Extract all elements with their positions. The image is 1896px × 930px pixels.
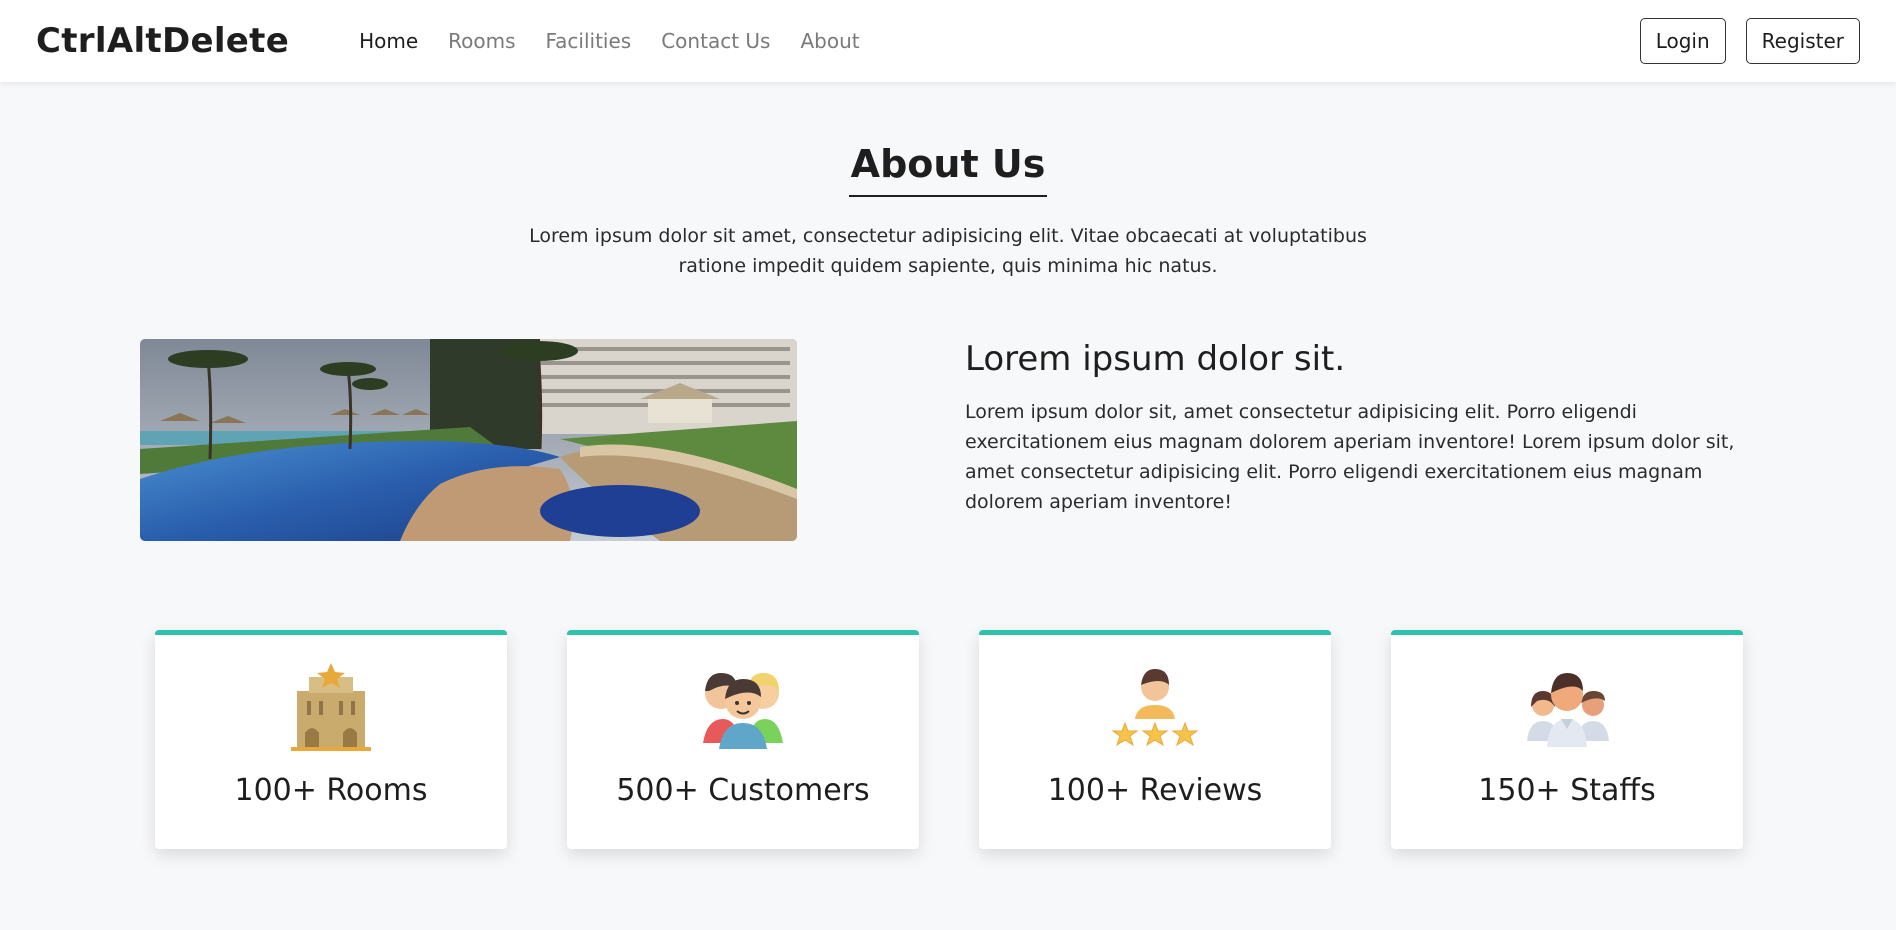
stat-label-staffs: 150+ Staffs (1478, 773, 1656, 808)
about-title: About Us (848, 142, 1048, 197)
auth-buttons: Login Register (1639, 18, 1860, 64)
about-lead: Lorem ipsum dolor sit amet, consectetur … (529, 225, 1367, 277)
stat-card-reviews: 100+ Reviews (979, 630, 1331, 849)
about-text: Lorem ipsum dolor sit. Lorem ipsum dolor… (965, 339, 1755, 541)
about-heading-wrap: About Us (0, 142, 1896, 197)
reviews-icon (1105, 661, 1205, 753)
navbar: CtrlAltDelete Home Rooms Facilities Cont… (0, 0, 1896, 82)
login-button[interactable]: Login (1639, 18, 1726, 64)
about-paragraph: Lorem ipsum dolor sit, amet consectetur … (965, 401, 1735, 513)
resort-pool-image (140, 339, 797, 541)
stats-row: 100+ Rooms 500+ Customers 100+ Reviews 1… (0, 630, 1896, 849)
nav-link-about[interactable]: About (800, 29, 859, 53)
about-subheading: Lorem ipsum dolor sit. (965, 339, 1346, 379)
nav-link-home[interactable]: Home (359, 29, 418, 53)
stat-card-customers: 500+ Customers (567, 630, 919, 849)
stat-label-rooms: 100+ Rooms (234, 773, 428, 808)
hotel-icon (281, 661, 381, 753)
stat-label-reviews: 100+ Reviews (1047, 773, 1263, 808)
register-button[interactable]: Register (1745, 18, 1860, 64)
stat-card-rooms: 100+ Rooms (155, 630, 507, 849)
brand-logo[interactable]: CtrlAltDelete (36, 21, 289, 61)
customers-icon (693, 661, 793, 753)
nav-link-facilities[interactable]: Facilities (546, 29, 632, 53)
stat-card-staffs: 150+ Staffs (1391, 630, 1743, 849)
stat-label-customers: 500+ Customers (616, 773, 870, 808)
nav-link-contact[interactable]: Contact Us (661, 29, 770, 53)
about-row: Lorem ipsum dolor sit. Lorem ipsum dolor… (0, 339, 1896, 541)
staff-icon (1517, 661, 1617, 753)
nav-link-rooms[interactable]: Rooms (448, 29, 515, 53)
nav-links: Home Rooms Facilities Contact Us About (359, 29, 860, 53)
